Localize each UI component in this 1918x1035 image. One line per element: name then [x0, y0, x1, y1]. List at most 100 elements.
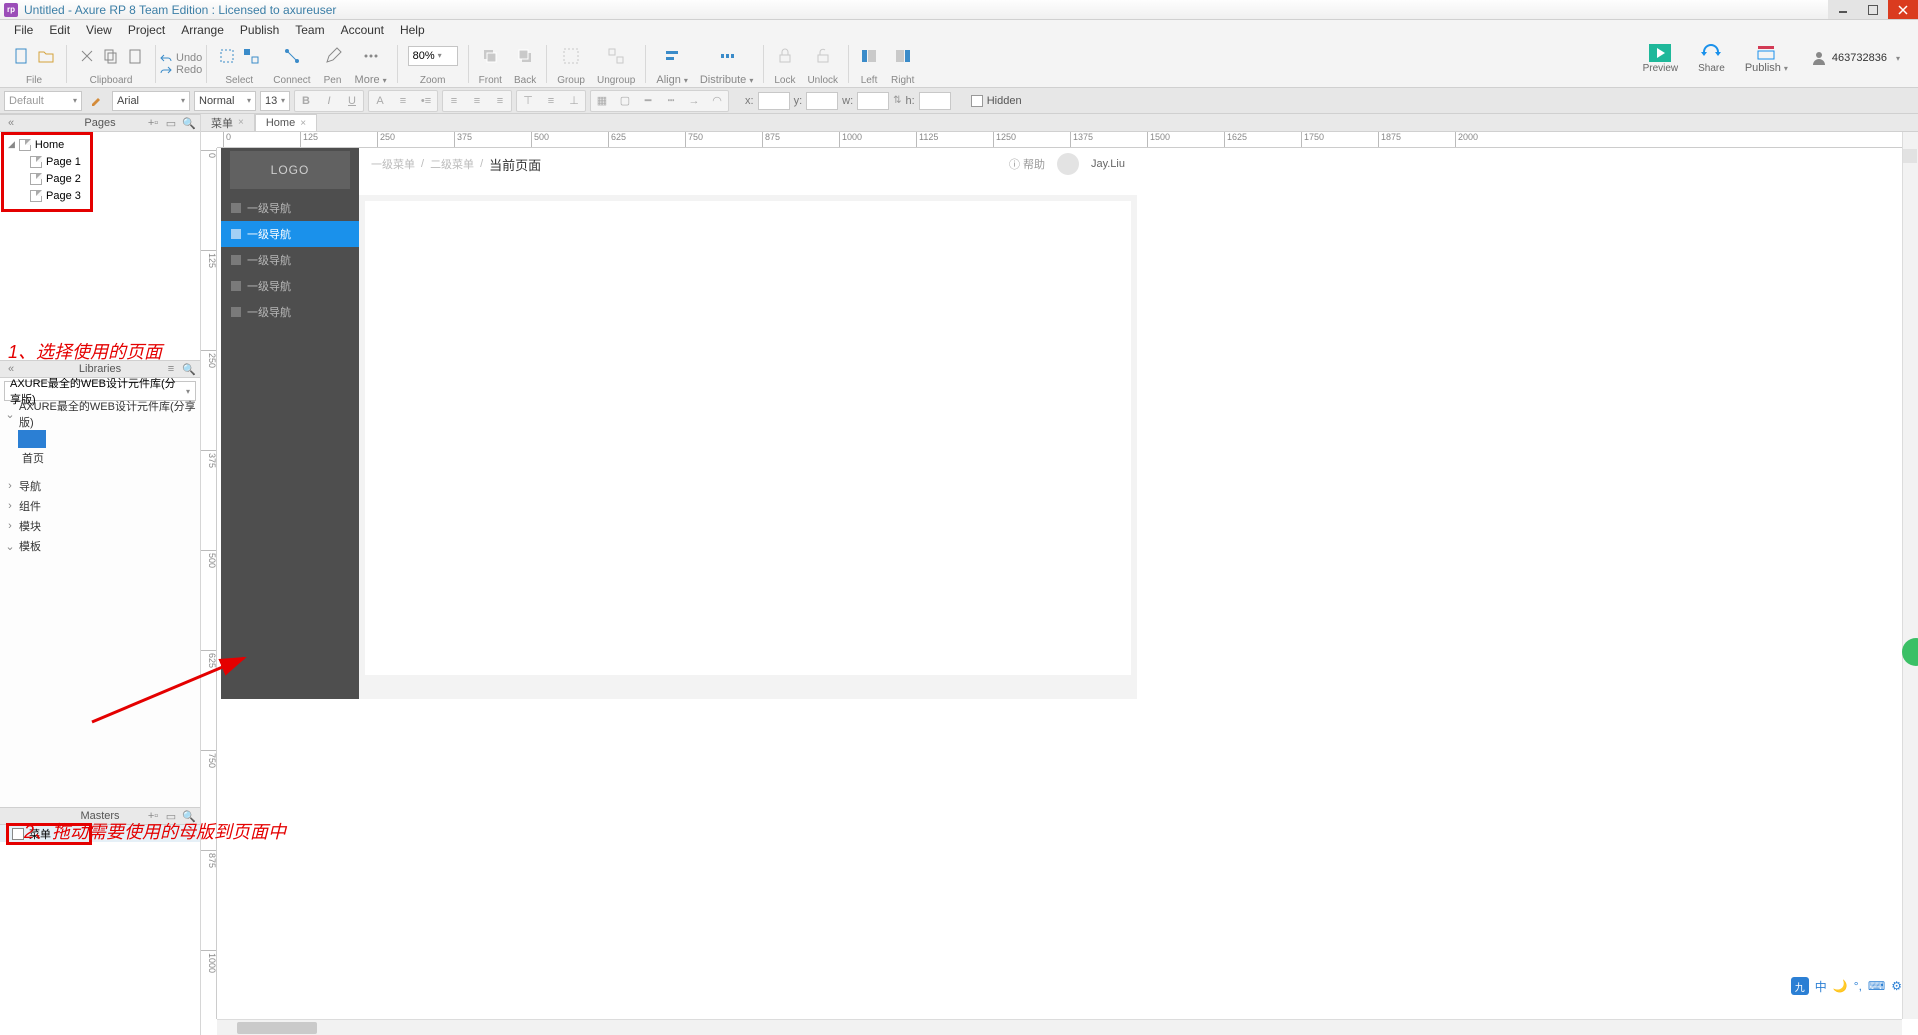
user-badge[interactable]: 463732836▾ — [1802, 51, 1910, 65]
lib-widget-thumb[interactable] — [18, 430, 46, 448]
search-masters-icon[interactable]: 🔍 — [182, 809, 196, 823]
undo-button[interactable]: Undo — [160, 52, 202, 64]
lib-cat-component[interactable]: ›组件 — [0, 496, 200, 516]
lock-icon[interactable] — [775, 46, 795, 66]
group-icon[interactable] — [561, 46, 581, 66]
pages-collapse-icon[interactable]: « — [4, 116, 18, 130]
window-maximize-button[interactable] — [1858, 0, 1888, 19]
menu-publish[interactable]: Publish — [232, 21, 287, 39]
libraries-menu-icon[interactable]: ≡ — [164, 362, 178, 376]
redo-button[interactable]: Redo — [160, 64, 202, 76]
send-back-icon[interactable] — [515, 46, 535, 66]
libraries-collapse-icon[interactable]: « — [4, 362, 18, 376]
connect-tool-icon[interactable] — [282, 46, 302, 66]
ruler-vertical[interactable]: 01252503755006257508751000 — [201, 148, 217, 1019]
scroll-thumb[interactable] — [237, 1022, 317, 1034]
menu-team[interactable]: Team — [287, 21, 332, 39]
search-libraries-icon[interactable]: 🔍 — [182, 362, 196, 376]
valign-bot-button[interactable]: ⊥ — [563, 91, 585, 111]
add-master-icon[interactable]: +▫ — [146, 809, 160, 823]
align-icon[interactable] — [662, 46, 682, 66]
search-pages-icon[interactable]: 🔍 — [182, 116, 196, 130]
publish-button[interactable]: Publish▾ — [1739, 42, 1794, 74]
border-width-button[interactable]: ━ — [637, 91, 659, 111]
bullet-button[interactable]: •≡ — [415, 91, 437, 111]
ungroup-icon[interactable] — [606, 46, 626, 66]
add-master-folder-icon[interactable]: ▭ — [164, 809, 178, 823]
ime-mode[interactable]: 中 — [1815, 978, 1827, 995]
fill-color-button[interactable]: ▦ — [591, 91, 613, 111]
menu-arrange[interactable]: Arrange — [173, 21, 232, 39]
share-button[interactable]: Share — [1692, 43, 1731, 74]
y-input[interactable] — [806, 92, 838, 110]
window-minimize-button[interactable] — [1828, 0, 1858, 19]
line-spacing-button[interactable]: ≡ — [392, 91, 414, 111]
ime-moon-icon[interactable]: 🌙 — [1833, 979, 1848, 993]
fontsize-select[interactable]: 13▾ — [260, 91, 290, 111]
preview-button[interactable]: Preview — [1637, 43, 1685, 74]
border-style-button[interactable]: ┅ — [660, 91, 682, 111]
panel-right-icon[interactable] — [893, 46, 913, 66]
pen-tool-icon[interactable] — [323, 46, 343, 66]
bold-button[interactable]: B — [295, 91, 317, 111]
bring-front-icon[interactable] — [480, 46, 500, 66]
valign-mid-button[interactable]: ≡ — [540, 91, 562, 111]
italic-button[interactable]: I — [318, 91, 340, 111]
corner-button[interactable]: ◠ — [706, 91, 728, 111]
vertical-scrollbar[interactable] — [1902, 132, 1918, 1019]
font-select[interactable]: Arial▾ — [112, 91, 190, 111]
tab-home[interactable]: Home× — [255, 114, 317, 131]
menu-view[interactable]: View — [78, 21, 120, 39]
select-tool-icon[interactable] — [217, 46, 237, 66]
ime-gear-icon[interactable]: ⚙ — [1891, 979, 1902, 993]
lock-aspect-icon[interactable]: ⇅ — [893, 95, 901, 106]
close-tab-icon[interactable]: × — [300, 118, 306, 129]
more-tools-icon[interactable] — [361, 46, 381, 66]
new-file-icon[interactable] — [12, 46, 32, 66]
align-left-button[interactable]: ≡ — [443, 91, 465, 111]
valign-top-button[interactable]: ⊤ — [517, 91, 539, 111]
w-input[interactable] — [857, 92, 889, 110]
add-folder-icon[interactable]: ▭ — [164, 116, 178, 130]
text-color-button[interactable]: A — [369, 91, 391, 111]
lib-root[interactable]: ⌄AXURE最全的WEB设计元件库(分享版) — [0, 404, 200, 424]
right-mini-handle[interactable] — [1903, 149, 1917, 163]
menu-file[interactable]: File — [6, 21, 41, 39]
paste-icon[interactable] — [125, 46, 145, 66]
border-color-button[interactable]: ▢ — [614, 91, 636, 111]
x-input[interactable] — [758, 92, 790, 110]
lib-cat-module[interactable]: ›模块 — [0, 516, 200, 536]
unlock-icon[interactable] — [813, 46, 833, 66]
ime-logo-icon[interactable]: 九 — [1791, 977, 1809, 995]
open-file-icon[interactable] — [36, 46, 56, 66]
style-paint-icon[interactable] — [86, 91, 108, 111]
style-select[interactable]: Default▾ — [4, 91, 82, 111]
panel-left-icon[interactable] — [859, 46, 879, 66]
hidden-checkbox[interactable]: Hidden — [971, 95, 1022, 107]
cut-icon[interactable] — [77, 46, 97, 66]
align-right-button[interactable]: ≡ — [489, 91, 511, 111]
weight-select[interactable]: Normal▾ — [194, 91, 256, 111]
copy-icon[interactable] — [101, 46, 121, 66]
menu-help[interactable]: Help — [392, 21, 433, 39]
distribute-icon[interactable] — [717, 46, 737, 66]
menu-project[interactable]: Project — [120, 21, 173, 39]
add-page-icon[interactable]: +▫ — [146, 116, 160, 130]
menu-edit[interactable]: Edit — [41, 21, 78, 39]
ime-kbd-icon[interactable]: ⌨ — [1868, 979, 1885, 993]
ime-punct-icon[interactable]: °, — [1854, 979, 1862, 993]
tab-master[interactable]: 菜单× — [201, 114, 255, 131]
select-mode-icon[interactable] — [241, 46, 261, 66]
window-close-button[interactable] — [1888, 0, 1918, 19]
canvas-viewport[interactable]: LOGO 一级菜单/ 二级菜单/ 当前页面 ⓘ帮助 Jay.Liu — [217, 148, 1902, 1019]
zoom-select[interactable]: 80%▾ — [408, 46, 458, 66]
lib-cat-template[interactable]: ⌄模板 — [0, 536, 200, 556]
arrow-button[interactable]: → — [683, 91, 705, 111]
menu-account[interactable]: Account — [333, 21, 392, 39]
close-tab-icon[interactable]: × — [238, 117, 244, 128]
horizontal-scrollbar[interactable] — [217, 1019, 1902, 1035]
underline-button[interactable]: U — [341, 91, 363, 111]
align-center-button[interactable]: ≡ — [466, 91, 488, 111]
h-input[interactable] — [919, 92, 951, 110]
lib-cat-nav[interactable]: ›导航 — [0, 476, 200, 496]
